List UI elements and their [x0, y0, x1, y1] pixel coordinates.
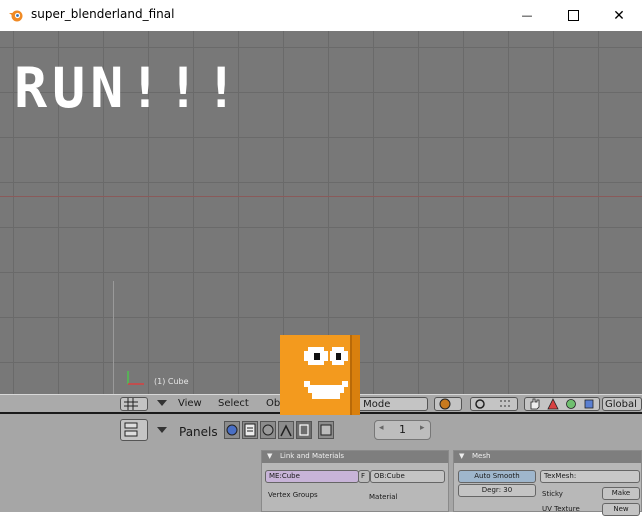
pivot-icon [475, 399, 485, 409]
window-titlebar: super_blenderland_final — ✕ [0, 0, 642, 31]
script-context-button[interactable] [242, 421, 258, 439]
scene-context-button[interactable] [318, 421, 334, 439]
material-sphere-icon [262, 424, 274, 436]
menu-object[interactable]: Ob [266, 398, 280, 409]
window-title: super_blenderland_final [31, 7, 175, 21]
current-frame-value: 1 [399, 423, 406, 436]
editing-context-button[interactable] [296, 421, 312, 439]
menu-view[interactable]: View [178, 398, 202, 409]
scale-icon [584, 399, 594, 409]
mesh-panel-title: Mesh [472, 452, 491, 460]
grid-icon [124, 398, 138, 410]
link-materials-panel: ▼ Link and Materials ME:Cube F OB:Cube V… [261, 450, 449, 512]
active-object-label: (1) Cube [154, 377, 189, 386]
link-materials-panel-header[interactable]: ▼ Link and Materials [262, 451, 448, 463]
orange-cube-character [280, 335, 360, 415]
x-axis-line [0, 196, 642, 197]
minimize-button[interactable]: — [504, 0, 550, 31]
make-sticky-button[interactable]: Make [602, 487, 640, 500]
buttons-window-icon [124, 422, 138, 437]
rotate-icon [566, 399, 576, 409]
texmesh-field[interactable]: TexMesh: [540, 470, 640, 483]
mode-label: t Mode [356, 399, 391, 410]
shading-icon [439, 398, 451, 410]
object-context-button[interactable] [278, 421, 294, 439]
editor-type-selector[interactable] [120, 397, 148, 411]
panels-label: Panels [179, 425, 218, 439]
panels-collapse-icon[interactable] [157, 427, 167, 435]
maximize-button[interactable] [550, 0, 596, 31]
translate-icon [547, 398, 559, 410]
object-axis-icon [280, 424, 292, 437]
panel-collapse-icon[interactable]: ▼ [267, 452, 272, 460]
orientation-label: Global [605, 399, 637, 410]
axis-gizmo-icon [127, 371, 144, 385]
vertex-dots-icon [500, 400, 512, 407]
mesh-panel-header[interactable]: ▼ Mesh [454, 451, 641, 463]
frame-prev-icon[interactable]: ◂ [379, 423, 384, 433]
logic-icon [226, 424, 238, 436]
frame-counter[interactable]: ◂ 1 ▸ [374, 420, 431, 440]
logic-context-button[interactable] [224, 421, 240, 439]
pivot-selector[interactable] [470, 397, 518, 411]
collapse-menu-icon[interactable] [157, 400, 167, 408]
draw-type-selector[interactable] [434, 397, 462, 411]
mesh-datablock-field[interactable]: ME:Cube [265, 470, 359, 483]
scene-icon [320, 424, 332, 436]
manipulator-toolbar[interactable] [524, 397, 600, 411]
shading-context-button[interactable] [260, 421, 276, 439]
mesh-panel: ▼ Mesh Auto Smooth Degr: 30 TexMesh: Sti… [453, 450, 642, 516]
minimize-icon: — [521, 9, 533, 22]
close-icon: ✕ [613, 7, 625, 24]
mode-selector[interactable]: t Mode [352, 397, 428, 411]
degree-stepper[interactable]: Degr: 30 [458, 484, 536, 497]
mesh-panel-collapse-icon[interactable]: ▼ [459, 452, 464, 460]
fake-user-toggle[interactable]: F [358, 470, 370, 483]
maximize-icon [567, 10, 579, 21]
object-name-field[interactable]: OB:Cube [370, 470, 445, 483]
buttons-editor-type-selector[interactable] [120, 419, 148, 441]
sticky-label: Sticky [542, 490, 563, 498]
vertex-groups-label: Vertex Groups [268, 491, 318, 499]
close-button[interactable]: ✕ [596, 0, 642, 31]
auto-smooth-toggle[interactable]: Auto Smooth [458, 470, 536, 483]
new-uv-texture-button[interactable]: New [602, 503, 640, 516]
editing-icon [299, 424, 309, 436]
orientation-selector[interactable]: Global [602, 397, 642, 411]
hand-icon [530, 398, 540, 410]
banner-text: RUN!!! [14, 56, 243, 120]
material-label: Material [369, 493, 398, 501]
blender-logo-icon [9, 10, 23, 22]
menu-select[interactable]: Select [218, 398, 249, 409]
script-icon [244, 423, 256, 437]
frame-next-icon[interactable]: ▸ [420, 423, 425, 433]
viewport-divider [113, 281, 114, 394]
link-materials-title: Link and Materials [280, 452, 345, 460]
